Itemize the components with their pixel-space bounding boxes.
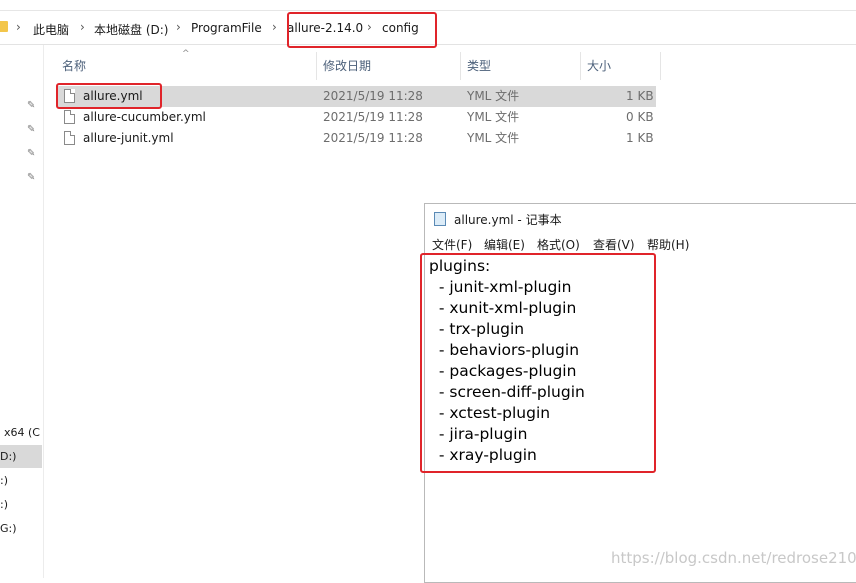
notepad-icon <box>434 212 446 226</box>
column-divider[interactable] <box>316 52 317 80</box>
file-name: allure-cucumber.yml <box>83 110 206 124</box>
file-name: allure.yml <box>83 89 143 103</box>
nav-item-drive-d[interactable]: D:) <box>0 445 42 468</box>
text-line: - xunit-xml-plugin <box>429 299 577 317</box>
chevron-right-icon: › <box>16 20 21 34</box>
file-name: allure-junit.yml <box>83 131 174 145</box>
text-line: plugins: <box>429 257 491 275</box>
text-line: - packages-plugin <box>429 362 577 380</box>
text-line: - behaviors-plugin <box>429 341 580 359</box>
nav-item-drive-c[interactable]: x64 (C <box>4 426 40 439</box>
file-row[interactable]: allure-junit.yml 2021/5/19 11:28 YML 文件 … <box>58 128 656 149</box>
menu-help[interactable]: 帮助(H) <box>647 236 689 253</box>
file-icon <box>64 89 75 103</box>
chevron-right-icon: › <box>176 20 181 34</box>
breadcrumb-programfile[interactable]: ProgramFile <box>191 21 262 35</box>
folder-icon <box>0 21 8 32</box>
navigation-pane: ✎ ✎ ✎ ✎ x64 (C D:) :) :) G:) <box>0 45 44 578</box>
file-modified: 2021/5/19 11:28 <box>323 131 423 145</box>
column-header-type[interactable]: 类型 <box>467 52 491 80</box>
file-type: YML 文件 <box>467 89 520 103</box>
file-size: 1 KB <box>626 131 654 145</box>
chevron-right-icon: › <box>80 20 85 34</box>
column-header-size[interactable]: 大小 <box>587 52 611 80</box>
chevron-right-icon: › <box>367 20 372 34</box>
text-line: - screen-diff-plugin <box>429 383 585 401</box>
file-modified: 2021/5/19 11:28 <box>323 110 423 124</box>
notepad-title-bar[interactable]: allure.yml - 记事本 <box>425 204 856 234</box>
notepad-title: allure.yml - 记事本 <box>454 213 562 227</box>
breadcrumb-config[interactable]: config <box>382 21 419 35</box>
menu-format[interactable]: 格式(O) <box>537 236 580 253</box>
text-line: - junit-xml-plugin <box>429 278 572 296</box>
nav-item-drive-g[interactable]: G:) <box>0 522 17 535</box>
sort-caret-icon: ^ <box>182 49 190 59</box>
file-row[interactable]: allure-cucumber.yml 2021/5/19 11:28 YML … <box>58 107 656 128</box>
column-header-name[interactable]: 名称 <box>62 52 86 80</box>
pin-icon[interactable]: ✎ <box>27 173 37 183</box>
notepad-menu-bar: 文件(F) 编辑(E) 格式(O) 查看(V) 帮助(H) <box>425 234 856 254</box>
notepad-text-area[interactable]: plugins: - junit-xml-plugin - xunit-xml-… <box>429 256 585 466</box>
file-size: 0 KB <box>626 110 654 124</box>
nav-item-drive-e[interactable]: :) <box>0 474 8 487</box>
file-size: 1 KB <box>626 89 654 103</box>
window-top-strip <box>0 0 856 11</box>
column-header-modified[interactable]: 修改日期 <box>323 52 371 80</box>
menu-view[interactable]: 查看(V) <box>593 236 635 253</box>
chevron-right-icon: › <box>272 20 277 34</box>
text-line: - xctest-plugin <box>429 404 551 422</box>
column-divider[interactable] <box>580 52 581 80</box>
file-type: YML 文件 <box>467 131 520 145</box>
menu-edit[interactable]: 编辑(E) <box>484 236 525 253</box>
pin-icon[interactable]: ✎ <box>27 149 37 159</box>
file-icon <box>64 110 75 124</box>
menu-file[interactable]: 文件(F) <box>432 236 472 253</box>
pin-icon[interactable]: ✎ <box>27 101 37 111</box>
file-row[interactable]: allure.yml 2021/5/19 11:28 YML 文件 1 KB <box>58 86 656 107</box>
text-line: - jira-plugin <box>429 425 528 443</box>
column-divider[interactable] <box>460 52 461 80</box>
breadcrumb-allure[interactable]: allure-2.14.0 <box>287 21 363 35</box>
text-line: - xray-plugin <box>429 446 537 464</box>
file-icon <box>64 131 75 145</box>
text-line: - trx-plugin <box>429 320 525 338</box>
watermark: https://blog.csdn.net/redrose2100 <box>611 549 856 567</box>
address-bar[interactable]: › 此电脑 › 本地磁盘 (D:) › ProgramFile › allure… <box>0 12 856 45</box>
nav-item-drive-f[interactable]: :) <box>0 498 8 511</box>
notepad-window[interactable]: allure.yml - 记事本 文件(F) 编辑(E) 格式(O) 查看(V)… <box>424 203 856 583</box>
file-type: YML 文件 <box>467 110 520 124</box>
breadcrumb-this-pc[interactable]: 此电脑 <box>33 21 69 38</box>
column-divider[interactable] <box>660 52 661 80</box>
pin-icon[interactable]: ✎ <box>27 125 37 135</box>
file-modified: 2021/5/19 11:28 <box>323 89 423 103</box>
breadcrumb-drive-d[interactable]: 本地磁盘 (D:) <box>94 21 168 38</box>
